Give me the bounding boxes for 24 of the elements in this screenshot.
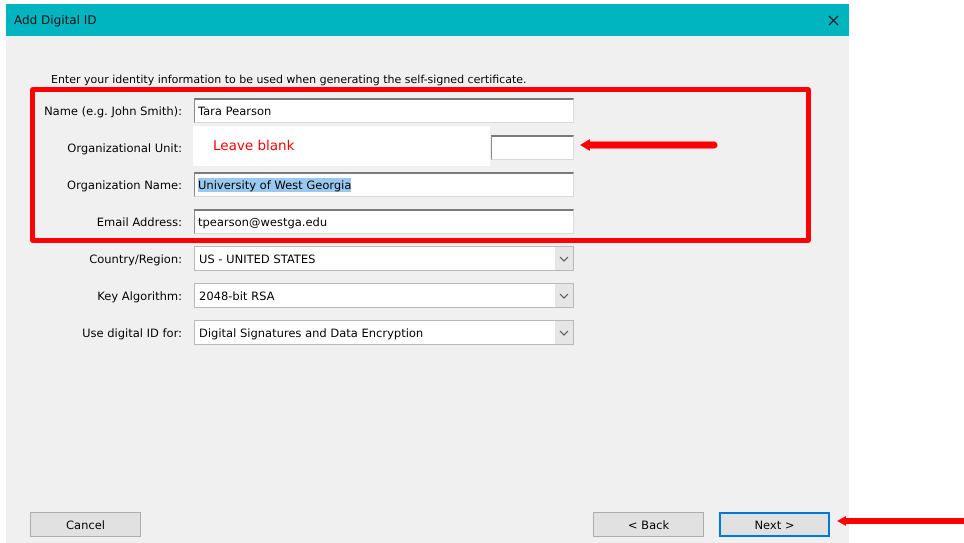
- dialog-button[interactable]: Next >: [719, 512, 830, 537]
- dropdown[interactable]: Digital Signatures and Data Encryption: [194, 320, 574, 345]
- field-label: Use digital ID for:: [81, 326, 182, 340]
- chevron-down-icon: [559, 330, 569, 336]
- dialog-button[interactable]: < Back: [593, 512, 704, 537]
- field-label: Name (e.g. John Smith):: [43, 104, 182, 118]
- input-field[interactable]: tpearson@westga.edu: [194, 209, 574, 234]
- annotation-label: Leave blank: [193, 126, 490, 166]
- input-field[interactable]: University of West Georgia: [194, 172, 574, 197]
- chevron-down-icon: [559, 256, 569, 262]
- field-label: Key Algorithm:: [96, 288, 182, 302]
- dropdown[interactable]: 2048-bit RSA: [194, 283, 574, 308]
- dialog-button[interactable]: Cancel: [30, 512, 141, 537]
- window-title: Add Digital ID: [14, 13, 97, 27]
- instruction-text: Enter your identity information to be used when generating the self-signed certificate.: [51, 73, 528, 86]
- field-label: Country/Region:: [88, 252, 182, 266]
- field-label: Email Address:: [96, 214, 182, 228]
- field-label: Organization Name:: [66, 178, 182, 192]
- input-field[interactable]: [491, 135, 574, 160]
- chevron-down-icon: [559, 292, 569, 298]
- close-icon[interactable]: [828, 14, 839, 26]
- input-field[interactable]: Tara Pearson: [194, 98, 574, 123]
- dropdown[interactable]: US - UNITED STATES: [194, 246, 574, 271]
- field-label: Organizational Unit:: [66, 140, 182, 154]
